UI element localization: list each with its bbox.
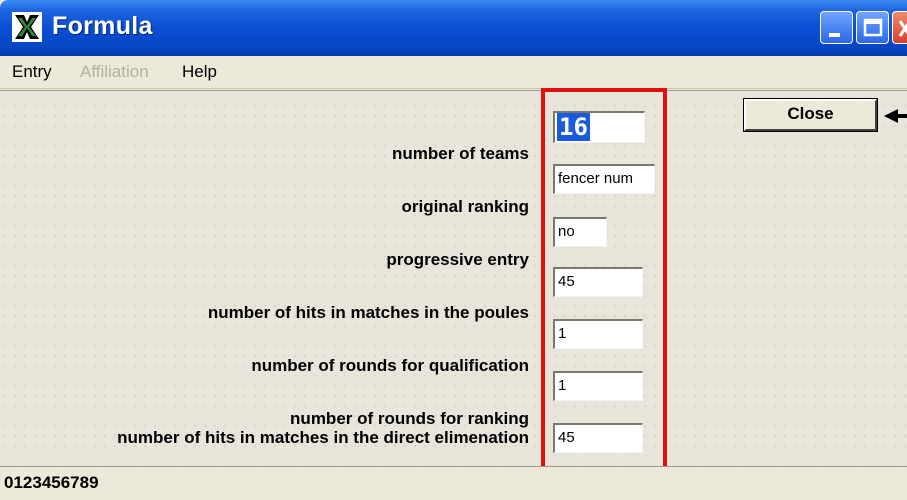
menu-bar: Entry Affiliation Help	[0, 56, 907, 89]
label-rounds-ranking: number of rounds for ranking	[290, 409, 529, 428]
minimize-button[interactable]	[820, 11, 853, 44]
window-title: Formula	[52, 12, 153, 40]
label-hits-poules: number of hits in matches in the poules	[207, 303, 529, 322]
menu-affiliation[interactable]: Affiliation	[80, 62, 149, 82]
label-progressive-entry: progressive entry	[386, 250, 529, 269]
menu-entry[interactable]: Entry	[12, 62, 52, 82]
label-hits-direct-elimination: number of hits in matches in the direct …	[117, 428, 529, 447]
status-bar: 0123456789	[0, 466, 907, 500]
close-button[interactable]: Close	[743, 98, 878, 132]
label-original-ranking: original ranking	[401, 197, 529, 216]
app-icon	[12, 12, 42, 42]
arrow-left-icon	[884, 107, 907, 130]
label-number-of-teams: number of teams	[392, 144, 529, 163]
menu-help[interactable]: Help	[182, 62, 217, 82]
formula-window: Formula Entry Affiliation Help number of…	[0, 0, 907, 500]
close-window-button[interactable]	[892, 11, 907, 44]
status-text: 0123456789	[4, 473, 99, 492]
title-bar[interactable]: Formula	[0, 0, 907, 56]
maximize-button[interactable]	[856, 11, 889, 44]
highlight-box	[541, 88, 667, 471]
label-rounds-qualification: number of rounds for qualification	[251, 356, 529, 375]
